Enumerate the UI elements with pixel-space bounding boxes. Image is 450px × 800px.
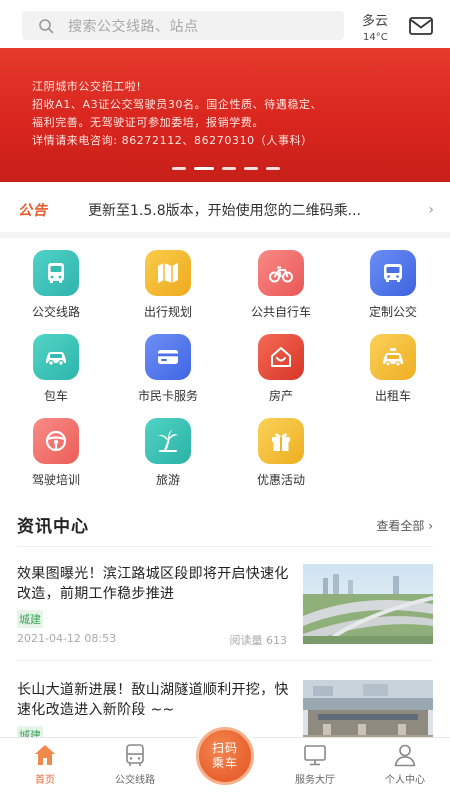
view-all-link[interactable]: 查看全部 ›: [376, 517, 433, 534]
car-icon: [33, 334, 79, 380]
service-promotions[interactable]: 优惠活动: [225, 418, 337, 488]
news-section-title: 资讯中心: [17, 517, 89, 537]
service-citizen-card[interactable]: 市民卡服务: [112, 334, 224, 404]
service-public-bicycle[interactable]: 公共自行车: [225, 250, 337, 320]
bicycle-icon: [258, 250, 304, 296]
banner-text: 江阴城市公交招工啦! 招收A1、A3证公交驾驶员30名。国企性质、待遇稳定、 福…: [32, 78, 422, 150]
news-article[interactable]: 效果图曝光！滨江路城区段即将开启快速化改造，前期工作稳步推进 城建 2021-0…: [17, 564, 433, 647]
carousel-indicator: [172, 167, 280, 170]
article-views: 阅读量 613: [229, 634, 288, 647]
news-header: 资讯中心 查看全部 ›: [17, 512, 433, 542]
carousel-dot[interactable]: [244, 167, 258, 170]
header: 搜索公交线路、站点 多云 14°C: [0, 0, 450, 48]
steering-wheel-icon: [33, 418, 79, 464]
banner-line: 福利完善。无驾驶证可参加委培，报销学费。: [32, 116, 264, 129]
recruitment-banner[interactable]: 江阴城市公交招工啦! 招收A1、A3证公交驾驶员30名。国企性质、待遇稳定、 福…: [0, 48, 450, 182]
service-label: 驾驶培训: [31, 473, 80, 487]
weather-widget: 多云 14°C: [362, 10, 398, 43]
service-label: 定制公交: [368, 305, 417, 319]
service-label: 公共自行车: [250, 305, 311, 319]
article-tag: 城建: [17, 610, 43, 628]
palm-tree-icon: [145, 418, 191, 464]
service-label: 公交线路: [31, 305, 80, 319]
scan-label-line2: 乘车: [211, 756, 238, 770]
article-image: [303, 564, 433, 644]
article-date: 2021-04-12 08:53: [17, 632, 117, 645]
custom-bus-icon: [370, 250, 416, 296]
banner-line: 江阴城市公交招工啦!: [32, 80, 142, 93]
tab-label: 公交线路: [115, 775, 155, 786]
service-label: 市民卡服务: [137, 389, 198, 403]
article-meta: 2021-04-12 08:53 阅读量 613: [17, 632, 288, 647]
tab-label: 首页: [35, 775, 55, 786]
carousel-dot[interactable]: [172, 167, 186, 170]
banner-line: 详情请来电咨询: 86272112、86270310（人事科）: [32, 134, 313, 147]
service-real-estate[interactable]: 房产: [225, 334, 337, 404]
user-icon: [394, 744, 416, 767]
service-label: 旅游: [155, 473, 180, 487]
tab-profile[interactable]: 个人中心: [365, 742, 445, 786]
service-trip-planning[interactable]: 出行规划: [112, 250, 224, 320]
chevron-right-icon: ›: [428, 202, 434, 218]
weather-temp: 14°C: [363, 32, 388, 43]
weather-condition: 多云: [362, 14, 389, 29]
service-tourism[interactable]: 旅游: [112, 418, 224, 488]
tab-service-hall[interactable]: 服务大厅: [275, 742, 355, 786]
scan-to-ride-button[interactable]: 扫码 乘车: [192, 723, 258, 789]
map-icon: [145, 250, 191, 296]
scan-label-line1: 扫码: [211, 741, 238, 755]
tab-bus-lines[interactable]: 公交线路: [95, 742, 175, 786]
search-placeholder: 搜索公交线路、站点: [68, 18, 199, 35]
divider: [17, 660, 433, 661]
service-bus-lines[interactable]: 公交线路: [0, 250, 112, 320]
gift-icon: [258, 418, 304, 464]
search-icon: [39, 18, 54, 33]
service-label: 优惠活动: [256, 473, 305, 487]
carousel-dot[interactable]: [222, 167, 236, 170]
service-taxi[interactable]: 出租车: [337, 334, 449, 404]
house-icon: [258, 334, 304, 380]
taxi-icon: [370, 334, 416, 380]
tab-label: 服务大厅: [295, 775, 335, 786]
bus-icon: [126, 744, 144, 766]
service-driving-training[interactable]: 驾驶培训: [0, 418, 112, 488]
monitor-icon: [304, 745, 326, 766]
service-custom-bus[interactable]: 定制公交: [337, 250, 449, 320]
tab-label: 个人中心: [385, 775, 425, 786]
article-title: 长山大道新进展！敔山湖隧道顺利开挖，快速化改造进入新阶段 ~~: [17, 682, 289, 718]
service-label: 包车: [43, 389, 68, 403]
notice-bar[interactable]: 公告 更新至1.5.8版本，开始使用您的二维码乘... ›: [0, 188, 450, 238]
scan-button-face: 扫码 乘车: [196, 727, 254, 785]
banner-line: 招收A1、A3证公交驾驶员30名。国企性质、待遇稳定、: [32, 98, 323, 111]
carousel-dot[interactable]: [266, 167, 280, 170]
bus-icon: [33, 250, 79, 296]
card-icon: [145, 334, 191, 380]
notice-tag: 公告: [18, 203, 48, 219]
service-charter[interactable]: 包车: [0, 334, 112, 404]
tab-home[interactable]: 首页: [5, 742, 85, 786]
article-title: 效果图曝光！滨江路城区段即将开启快速化改造，前期工作稳步推进: [17, 566, 289, 602]
home-icon: [35, 745, 55, 765]
service-label: 出行规划: [143, 305, 192, 319]
carousel-dot-active[interactable]: [194, 167, 214, 170]
service-label: 房产: [268, 389, 293, 403]
mail-icon[interactable]: [408, 15, 434, 37]
search-bar[interactable]: 搜索公交线路、站点: [22, 11, 344, 40]
service-label: 出租车: [374, 389, 411, 403]
notice-message: 更新至1.5.8版本，开始使用您的二维码乘...: [88, 203, 361, 219]
divider: [17, 546, 433, 547]
